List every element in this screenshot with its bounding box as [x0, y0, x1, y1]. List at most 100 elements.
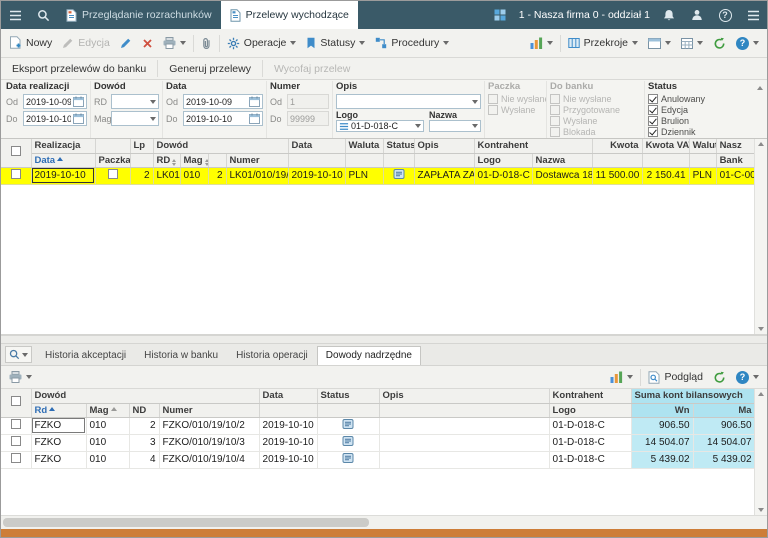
data-cell[interactable]: 2019-10-10	[259, 417, 318, 435]
bottom-help-button[interactable]: ?	[731, 368, 764, 387]
select-all-header[interactable]	[1, 389, 32, 418]
nazwa-combo[interactable]	[429, 120, 481, 132]
numer-cell[interactable]: LK01/010/19/2	[226, 167, 289, 185]
row-select-cell[interactable]	[1, 167, 32, 185]
global-search-button[interactable]	[29, 1, 57, 29]
col-header-kwota[interactable]: Kwota	[592, 139, 643, 154]
export-to-bank-button[interactable]: Eksport przelewów do banku	[3, 60, 155, 78]
status-dziennik-checkbox[interactable]	[648, 126, 658, 137]
numer-do-input[interactable]: 99999	[287, 111, 329, 126]
col-header-rd[interactable]: RD	[153, 153, 181, 168]
tab-dowody-nadrzedne[interactable]: Dowody nadrzędne	[316, 346, 421, 365]
tab-historia-w-banku[interactable]: Historia w banku	[135, 346, 227, 365]
wn-cell[interactable]: 5 439.02	[631, 451, 694, 469]
col-header-mag[interactable]: Mag	[86, 403, 130, 418]
col-header-opis[interactable]: Opis	[379, 389, 550, 404]
ma-cell[interactable]: 906.50	[693, 417, 756, 435]
notifications-button[interactable]	[655, 1, 683, 29]
do-banku-wyslane-checkbox[interactable]	[550, 115, 560, 126]
nd-cell[interactable]: 2	[129, 417, 160, 435]
status-brulion-checkbox[interactable]	[648, 115, 658, 126]
chart-menu-button[interactable]	[525, 34, 558, 52]
mag-cell[interactable]: 010	[86, 434, 130, 452]
col-header-wn[interactable]: Wn	[631, 403, 694, 418]
app-menu-button[interactable]	[1, 1, 29, 29]
table-row[interactable]: FZKO 010 4 FZKO/010/19/10/4 2019-10-10 0…	[1, 451, 756, 469]
col-header-status[interactable]: Status	[383, 139, 415, 154]
delete-button[interactable]	[137, 35, 158, 52]
col-header-logo[interactable]: Logo	[549, 403, 632, 418]
numer-od-input[interactable]: 1	[287, 94, 329, 109]
operations-menu-button[interactable]: Operacje	[222, 34, 302, 53]
data-cell[interactable]: 2019-10-10	[259, 451, 318, 469]
table-row[interactable]: 2019-10-10 2 LK01 010 2 LK01/010/19/2 20…	[1, 167, 756, 185]
user-button[interactable]	[683, 1, 711, 29]
realizacja-cell[interactable]: 2019-10-10	[31, 167, 96, 185]
refresh-button[interactable]	[708, 34, 731, 53]
waluta-cell[interactable]: PLN	[345, 167, 384, 185]
col-group-dowod[interactable]: Dowód	[31, 389, 260, 404]
paczka-nie-wyslane-checkbox[interactable]	[488, 93, 498, 104]
select-all-checkbox[interactable]	[10, 146, 21, 157]
kwota-cell[interactable]: 11 500.00	[592, 167, 643, 185]
status-cell[interactable]	[317, 451, 380, 469]
main-grid-vertical-scrollbar[interactable]	[754, 139, 767, 334]
logo-cell[interactable]: 01-D-018-C	[549, 434, 632, 452]
logo-cell[interactable]: 01-D-018-C	[474, 167, 533, 185]
col-header-kwota-vat[interactable]: Kwota VAT	[642, 139, 690, 154]
do-banku-blokada-checkbox[interactable]	[550, 126, 560, 137]
filter-collapse-button[interactable]	[754, 82, 765, 93]
col-group-kontrahent[interactable]: Kontrahent	[474, 139, 593, 154]
horizontal-scrollbar[interactable]	[1, 515, 767, 529]
row-select-cell[interactable]	[1, 451, 32, 469]
nd-cell[interactable]: 3	[129, 434, 160, 452]
opis-cell[interactable]	[379, 434, 550, 452]
rd-cell[interactable]: FZKO	[31, 434, 87, 452]
sections-menu-button[interactable]: Przekroje	[563, 34, 643, 52]
row-select-cell[interactable]	[1, 417, 32, 435]
do-banku-przygotowane-checkbox[interactable]	[550, 104, 560, 115]
data-cell[interactable]: 2019-10-10	[288, 167, 346, 185]
data-od-input[interactable]: 2019-10-09	[183, 94, 263, 109]
new-button[interactable]: Nowy	[4, 33, 57, 53]
col-header-ma[interactable]: Ma	[693, 403, 756, 418]
withdraw-transfer-button[interactable]: Wycofaj przelew	[265, 60, 359, 78]
do-banku-nie-wyslane-checkbox[interactable]	[550, 93, 560, 104]
mag-combo[interactable]	[111, 111, 159, 126]
scrollbar-thumb[interactable]	[3, 518, 369, 527]
data-realizacji-do-input[interactable]: 2019-10-10	[23, 111, 87, 126]
col-group-realizacja[interactable]: Realizacja	[31, 139, 96, 154]
table-row[interactable]: FZKO 010 3 FZKO/010/19/10/3 2019-10-10 0…	[1, 434, 756, 452]
scroll-down-icon[interactable]	[758, 508, 764, 512]
data-cell[interactable]: 2019-10-10	[259, 434, 318, 452]
row-checkbox[interactable]	[10, 169, 21, 179]
statuses-menu-button[interactable]: Statusy	[301, 34, 370, 52]
procedures-menu-button[interactable]: Procedury	[370, 34, 454, 52]
bottom-refresh-button[interactable]	[708, 368, 731, 387]
walut-cell[interactable]: PLN	[689, 167, 717, 185]
ma-cell[interactable]: 5 439.02	[693, 451, 756, 469]
panel-splitter[interactable]	[1, 335, 767, 344]
col-header-nazwa[interactable]: Nazwa	[532, 153, 593, 168]
grid-view-menu-button[interactable]	[676, 35, 708, 52]
col-header-status[interactable]: Status	[317, 389, 380, 404]
col-group-suma[interactable]: Suma kont bilansowych	[631, 389, 756, 404]
company-selector[interactable]: 1 - Nasza firma 0 - oddział 1	[514, 1, 655, 29]
wn-cell[interactable]: 14 504.07	[631, 434, 694, 452]
col-header-opis[interactable]: Opis	[414, 139, 475, 154]
tab-przegladanie-rozrachunkow[interactable]: Przeglądanie rozrachunków	[57, 1, 221, 29]
bottom-grid-vertical-scrollbar[interactable]	[754, 389, 767, 515]
select-all-header[interactable]	[1, 139, 32, 168]
scroll-down-icon[interactable]	[758, 327, 764, 331]
paczka-cell[interactable]	[95, 167, 131, 185]
numer-cell[interactable]: FZKO/010/19/10/2	[159, 417, 260, 435]
mag-cell[interactable]: 010	[86, 451, 130, 469]
col-group-dowod[interactable]: Dowód	[153, 139, 289, 154]
col-header-data[interactable]: Data	[259, 389, 318, 404]
tab-historia-akceptacji[interactable]: Historia akceptacji	[36, 346, 135, 365]
generate-transfers-button[interactable]: Generuj przelewy	[160, 60, 260, 78]
toolbar-help-button[interactable]: ?	[731, 34, 764, 53]
paczka-checkbox[interactable]	[107, 169, 118, 179]
nazwa-cell[interactable]: Dostawca 18	[532, 167, 593, 185]
col-group-kontrahent[interactable]: Kontrahent	[549, 389, 632, 404]
